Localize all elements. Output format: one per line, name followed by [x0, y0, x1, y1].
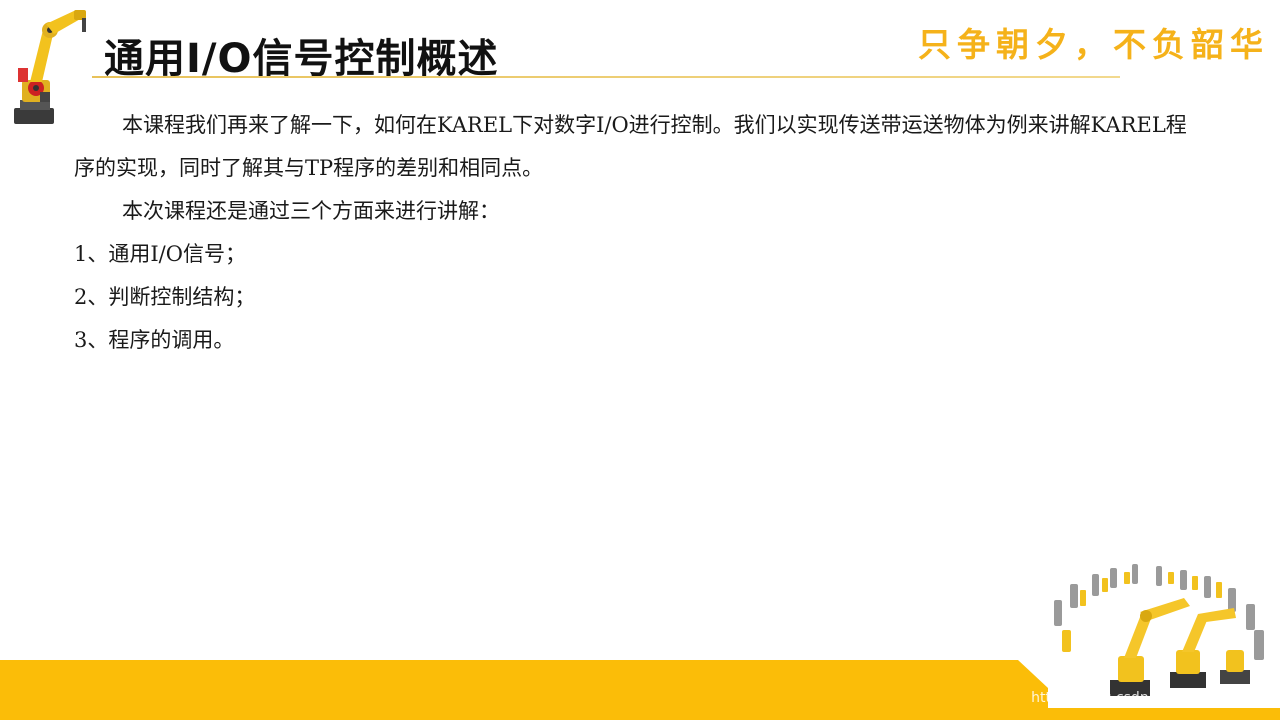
list-item: 1、通用I/O信号； [74, 242, 246, 266]
title-underline [92, 76, 1120, 78]
slogan: 只争朝夕，不负韶华 [918, 25, 1269, 64]
list-item: 2、判断控制结构； [74, 285, 256, 309]
watermark: https://blog.csdn.net/haier123888 [1031, 690, 1270, 706]
slide: 通用I/O信号控制概述 只争朝夕，不负韶华 本课程我们再来了解一下，如何在KAR… [0, 0, 1280, 720]
overview-paragraph: 本次课程还是通过三个方面来进行讲解： [122, 199, 500, 223]
intro-paragraph: 本课程我们再来了解一下，如何在KAREL下对数字I/O进行控制。我们以实现传送带… [74, 113, 1187, 180]
list-item: 3、程序的调用。 [74, 328, 235, 352]
slide-body: 本课程我们再来了解一下，如何在KAREL下对数字I/O进行控制。我们以实现传送带… [74, 104, 1194, 362]
